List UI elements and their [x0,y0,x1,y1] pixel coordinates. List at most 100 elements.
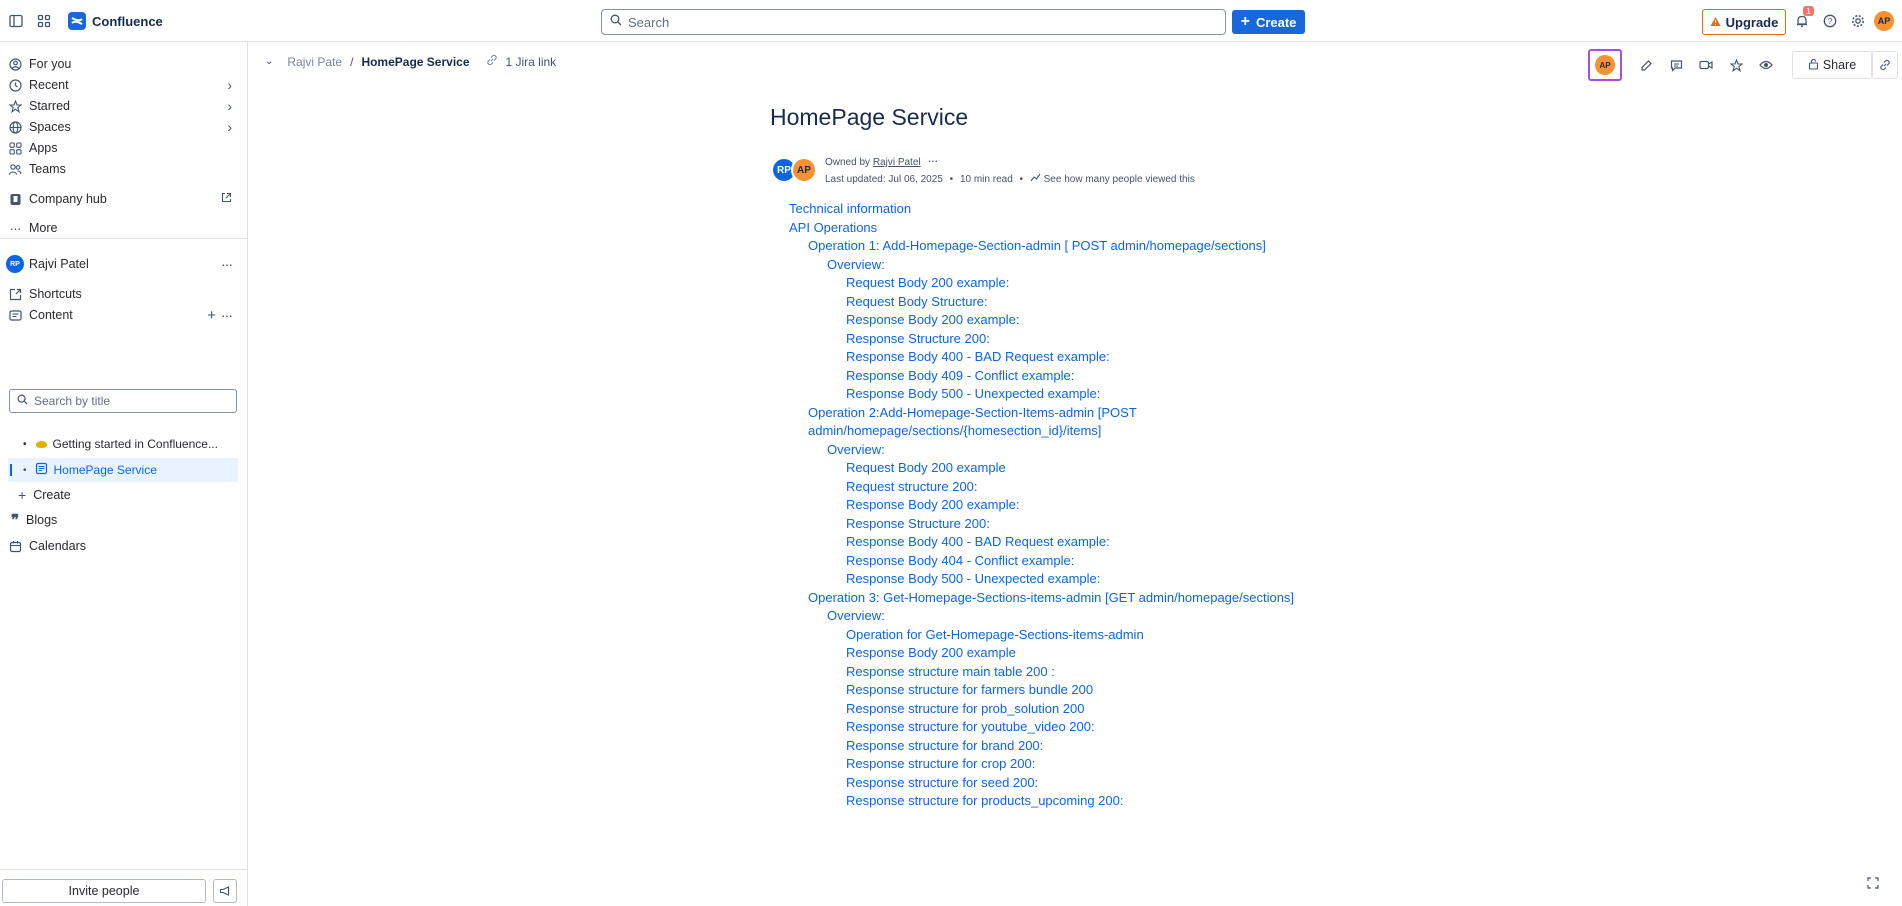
sidebar-item-label: Shortcuts [29,287,82,301]
sidebar-item-company-hub[interactable]: Company hub [8,187,238,211]
toc-link[interactable]: Response Structure 200: [789,515,1349,534]
help-icon[interactable]: ? [1818,9,1842,33]
quote-icon: ❞ [10,512,20,529]
search-icon [17,392,28,410]
sidebar-item-label: Content [29,308,73,322]
toc-link[interactable]: Operation 2:Add-Homepage-Section-Items-a… [789,404,1349,441]
content-more-icon[interactable]: ··· [221,307,233,323]
toc-link[interactable]: Operation for Get-Homepage-Sections-item… [789,626,1349,645]
toc-link[interactable]: Operation 3: Get-Homepage-Sections-items… [789,589,1349,608]
search-input[interactable] [628,14,1208,30]
search-by-title[interactable] [9,389,237,413]
handwave-icon [35,440,47,448]
toc-link[interactable]: Overview: [789,256,1349,275]
star-icon [8,99,22,113]
toc-link[interactable]: Response Body 200 example: [789,496,1349,515]
space-more-icon[interactable]: ··· [221,256,233,272]
more-dots-icon: ··· [9,220,22,236]
owner-link[interactable]: Rajvi Patel [873,157,921,168]
sidebar-item-more[interactable]: ··· More [8,216,238,240]
collaborator-avatar-highlight[interactable]: AP [1588,49,1622,81]
sidebar-item-label: Spaces [29,120,71,134]
toc-link[interactable]: Response structure for prob_solution 200 [789,700,1349,719]
global-search[interactable] [601,9,1226,35]
top-navigation-bar: Confluence + Create Upgrade 1 ? AP [0,0,1902,42]
sidebar-item-content[interactable]: Content + ··· [8,303,238,327]
clock-icon [8,78,22,92]
page-meta: Owned by Rajvi Patel ··· Last updated: J… [825,152,1195,188]
toc-link[interactable]: API Operations [789,219,1349,238]
toc-link[interactable]: Request Body 200 example [789,459,1349,478]
star-icon[interactable] [1724,53,1748,77]
toc-link[interactable]: Response Body 409 - Conflict example: [789,367,1349,386]
sidebar-item-blogs[interactable]: ❞ Blogs [8,508,238,532]
copy-link-icon[interactable] [1872,51,1898,79]
owned-by-label: Owned by [825,157,871,168]
tree-item-homepage-service[interactable]: • HomePage Service [8,458,238,482]
toc-link[interactable]: Overview: [789,441,1349,460]
toc-link[interactable]: Response Body 200 example [789,644,1349,663]
toc-link[interactable]: Response structure for seed 200: [789,774,1349,793]
chevron-right-icon[interactable]: › [227,98,232,114]
confluence-logo[interactable]: Confluence [68,12,163,30]
toc-link[interactable]: Response structure for youtube_video 200… [789,718,1349,737]
person-circle-icon [8,57,22,71]
breadcrumb-current[interactable]: HomePage Service [361,55,469,69]
toc-link[interactable]: Technical information [789,200,1349,219]
chevron-right-icon[interactable]: › [227,119,232,135]
settings-gear-icon[interactable] [1846,9,1870,33]
space-header[interactable]: RP Rajvi Patel ··· [6,252,238,276]
toc-link[interactable]: Response structure for crop 200: [789,755,1349,774]
feedback-megaphone-icon[interactable] [213,879,237,903]
breadcrumb-parent[interactable]: Rajvi Pate [287,55,342,69]
sidebar-toggle-icon[interactable] [4,9,28,33]
comment-icon[interactable] [1664,53,1688,77]
selected-indicator [10,464,12,476]
toc-link[interactable]: Response Body 500 - Unexpected example: [789,385,1349,404]
toc-link[interactable]: Response Body 400 - BAD Request example: [789,348,1349,367]
toc-link[interactable]: Response Body 404 - Conflict example: [789,552,1349,571]
toc-link[interactable]: Response structure for brand 200: [789,737,1349,756]
app-switcher-icon[interactable] [32,9,56,33]
sidebar-item-label: Blogs [26,513,58,527]
user-avatar[interactable]: AP [1874,11,1894,31]
add-content-icon[interactable]: + [207,307,216,324]
sidebar-item-label: Apps [29,141,58,155]
chevron-down-icon[interactable]: ⌄ [265,56,273,67]
sidebar-item-create[interactable]: + Create [8,483,238,507]
author-avatar-ap[interactable]: AP [791,157,817,183]
video-icon[interactable] [1694,53,1718,77]
toc-link[interactable]: Response Structure 200: [789,330,1349,349]
sidebar-item-teams[interactable]: Teams [8,157,238,181]
chevron-right-icon[interactable]: › [227,77,232,93]
toc-link[interactable]: Response structure for farmers bundle 20… [789,681,1349,700]
sidebar-item-label: Company hub [29,192,107,206]
search-by-title-input[interactable] [34,394,224,408]
toc-link[interactable]: Request structure 200: [789,478,1349,497]
notifications-bell-icon[interactable]: 1 [1790,6,1815,33]
expand-icon[interactable] [1866,876,1882,892]
sidebar-item-calendars[interactable]: Calendars [8,534,238,558]
edit-pencil-icon[interactable] [1634,53,1658,77]
views-link[interactable]: See how many people viewed this [1044,174,1195,185]
toc-link[interactable]: Request Body Structure: [789,293,1349,312]
watch-eye-icon[interactable] [1754,53,1778,77]
lock-icon [1808,58,1819,73]
toc-link[interactable]: Response Body 400 - BAD Request example: [789,533,1349,552]
toc-link[interactable]: Response Body 500 - Unexpected example: [789,570,1349,589]
owner-more-icon[interactable]: ··· [927,153,938,168]
invite-people-button[interactable]: Invite people [2,879,206,903]
tree-item-getting-started[interactable]: • Getting started in Confluence... [8,432,238,456]
toc-link[interactable]: Response structure main table 200 : [789,663,1349,682]
toc-link[interactable]: Response structure for products_upcoming… [789,792,1349,811]
toc-link[interactable]: Overview: [789,607,1349,626]
toc-link[interactable]: Operation 1: Add-Homepage-Section-admin … [789,237,1349,256]
upgrade-button[interactable]: Upgrade [1702,9,1786,35]
toc-link[interactable]: Response Body 200 example: [789,311,1349,330]
sidebar-item-label: More [29,221,58,235]
jira-link[interactable]: 1 Jira link [506,55,557,69]
external-link-icon[interactable] [221,192,232,206]
create-button[interactable]: + Create [1232,10,1305,34]
share-button[interactable]: Share [1792,51,1872,79]
toc-link[interactable]: Request Body 200 example: [789,274,1349,293]
